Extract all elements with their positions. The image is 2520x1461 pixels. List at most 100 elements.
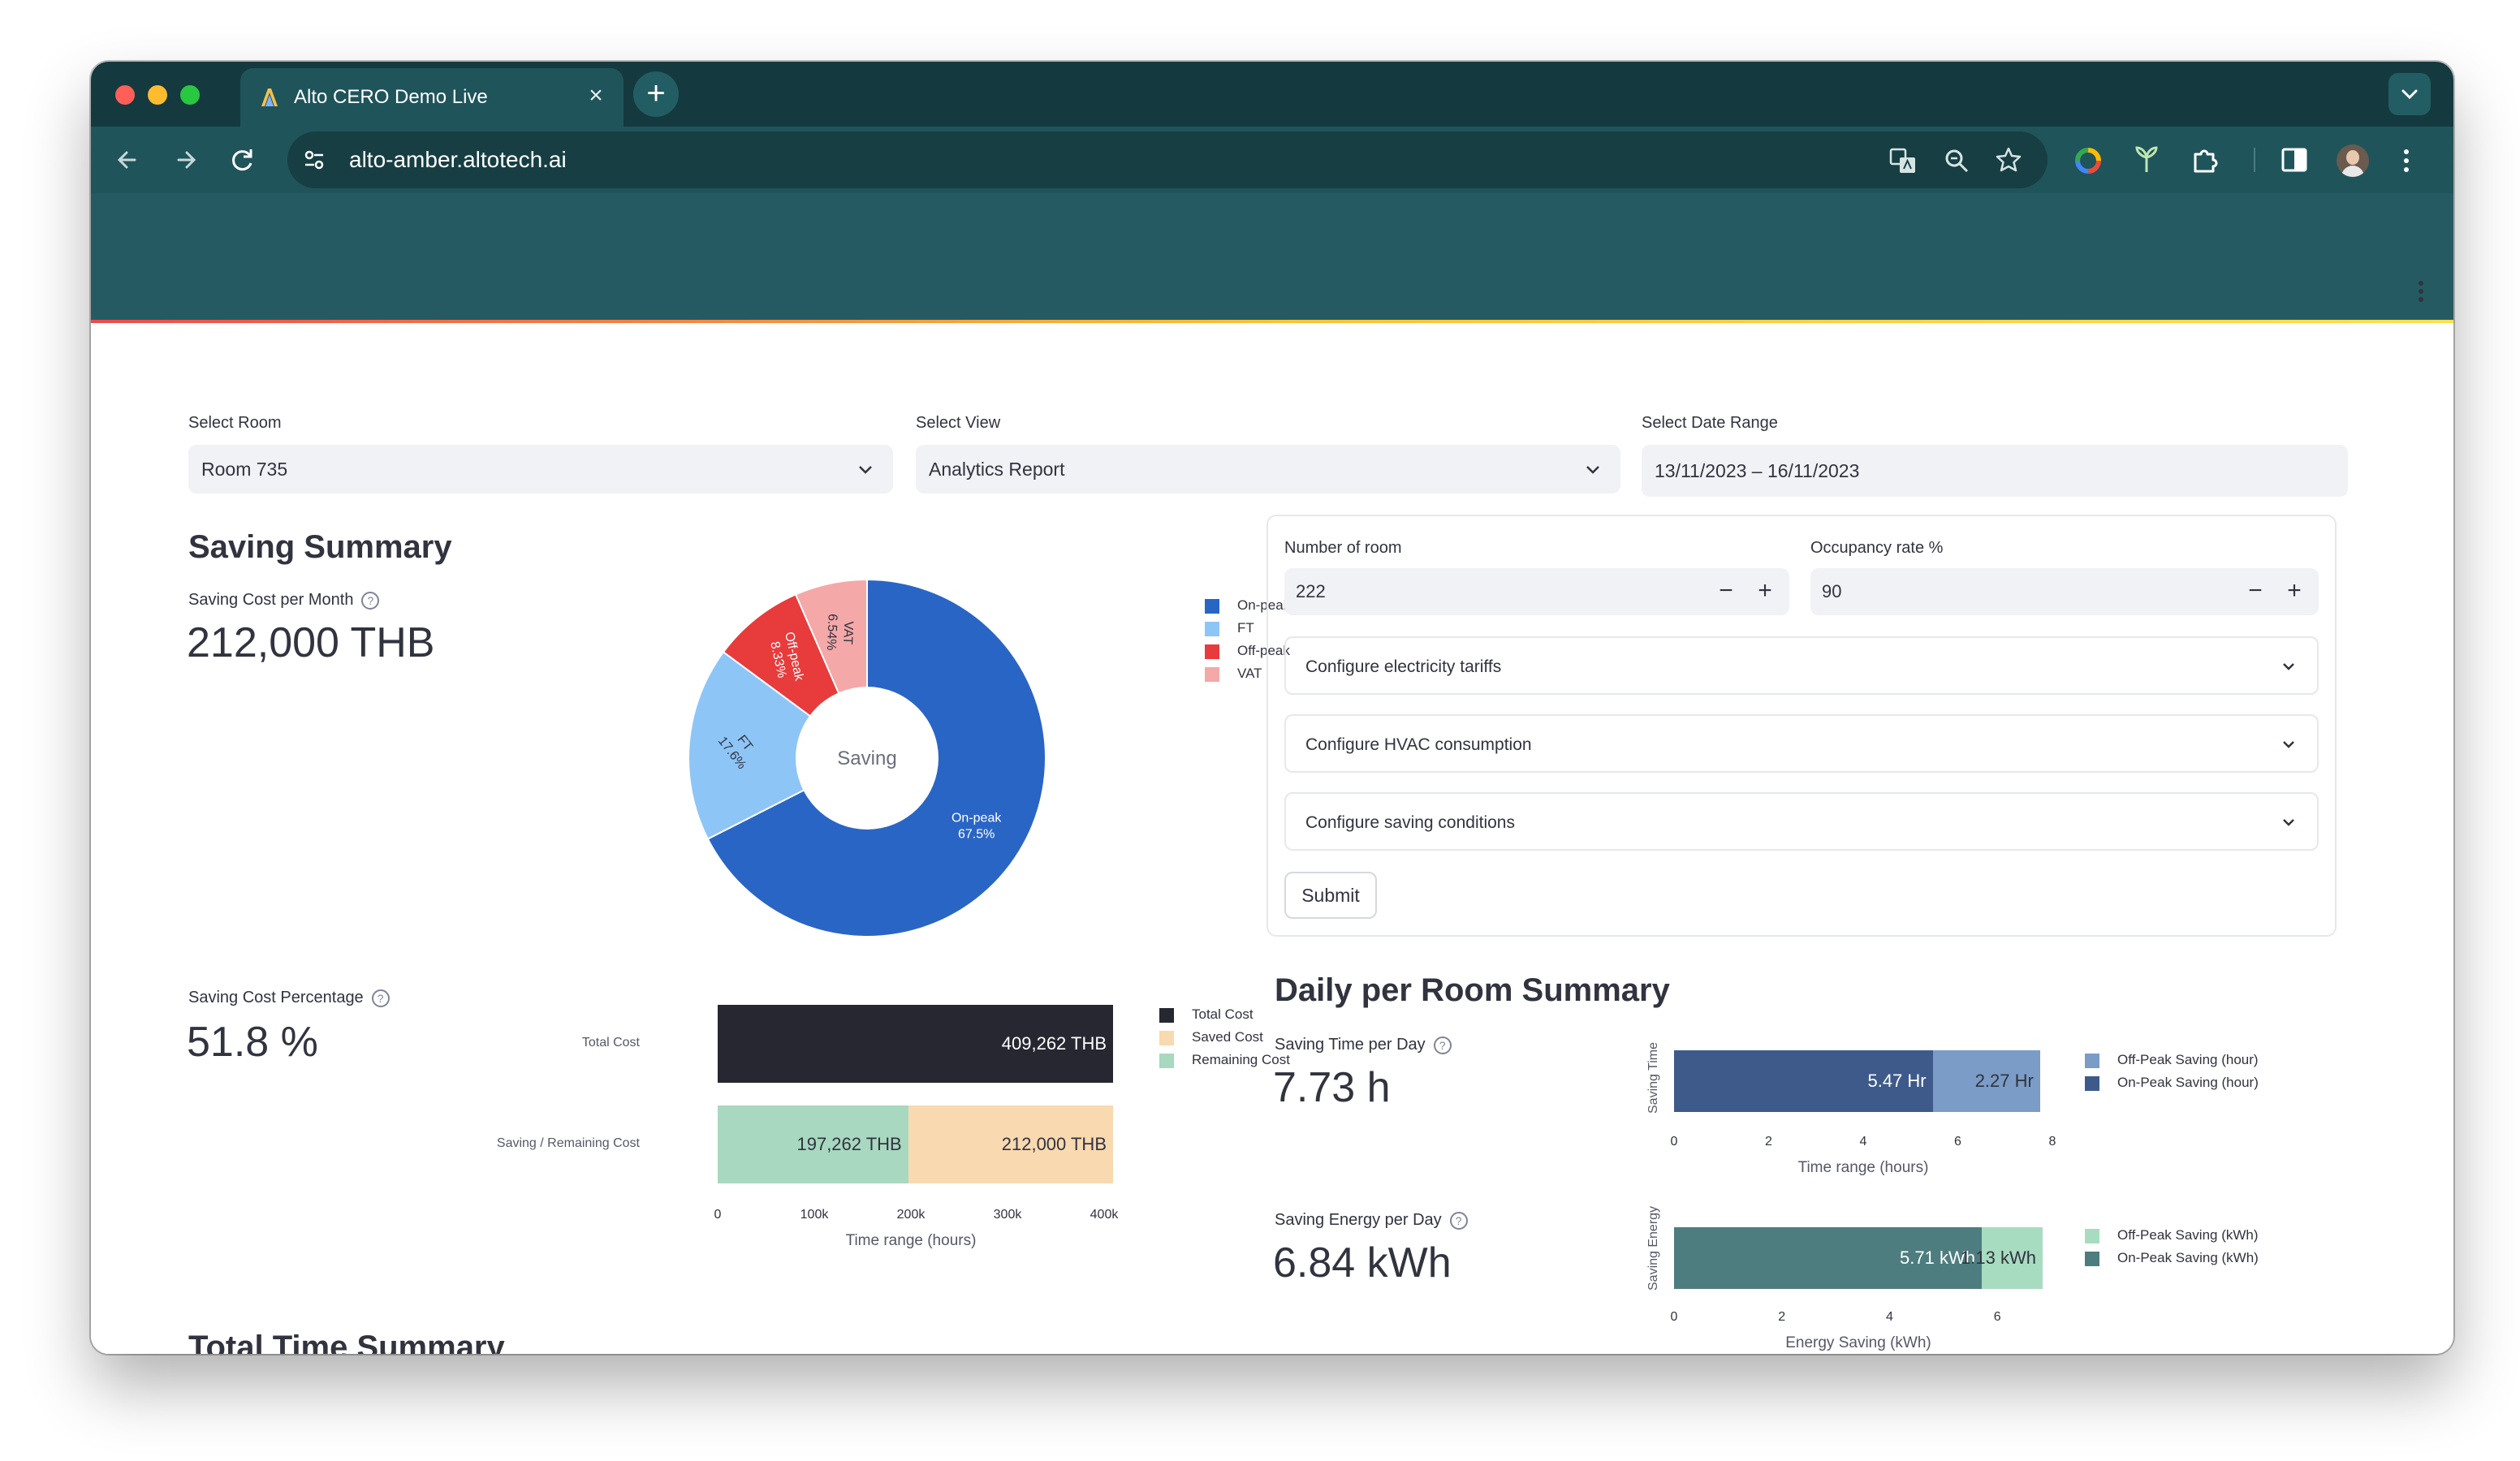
tab-active[interactable]: Alto CERO Demo Live × bbox=[240, 68, 624, 127]
occupancy-number-input[interactable]: 90 − + bbox=[1810, 568, 2319, 615]
x-axis-title: Time range (hours) bbox=[845, 1232, 977, 1249]
forward-icon[interactable] bbox=[167, 141, 205, 179]
bar-off-peak-saving-hour[interactable]: 2.27 Hr bbox=[1932, 1050, 2040, 1112]
help-icon[interactable]: ? bbox=[371, 989, 390, 1007]
help-icon[interactable]: ? bbox=[1433, 1036, 1452, 1054]
legend-swatch bbox=[1205, 667, 1219, 682]
legend-swatch bbox=[1159, 1031, 1174, 1045]
hvac-expander[interactable]: Configure HVAC consumption bbox=[1284, 714, 2319, 773]
close-window-button[interactable] bbox=[115, 85, 135, 105]
rooms-number-input[interactable]: 222 − + bbox=[1284, 568, 1789, 615]
saving-cost-month-label-text: Saving Cost per Month bbox=[188, 591, 354, 609]
room-select[interactable]: Room 735 bbox=[188, 445, 893, 493]
rooms-increment-button[interactable]: + bbox=[1752, 578, 1778, 604]
x-tick-label: 0 bbox=[1670, 1310, 1678, 1324]
bar-value-label: 5.47 Hr bbox=[1867, 1071, 1927, 1091]
rooms-label: Number of room bbox=[1284, 539, 1402, 557]
x-tick-label: 4 bbox=[1886, 1310, 1893, 1324]
app-menu-icon[interactable] bbox=[2413, 279, 2429, 304]
legend-label: VAT bbox=[1237, 666, 1262, 681]
occupancy-label: Occupancy rate % bbox=[1810, 539, 1944, 557]
occupancy-value: 90 bbox=[1822, 581, 1842, 601]
minimize-window-button[interactable] bbox=[148, 85, 167, 105]
site-settings-icon[interactable] bbox=[302, 148, 326, 172]
saving-cost-percent-label-text: Saving Cost Percentage bbox=[188, 989, 364, 1006]
x-tick-label: 2 bbox=[1778, 1310, 1786, 1324]
saving-cost-percent-value: 51.8 % bbox=[187, 1019, 318, 1066]
date-range-value: 13/11/2023 – 16/11/2023 bbox=[1655, 460, 1860, 481]
legend-swatch bbox=[2085, 1252, 2099, 1266]
donut-slice-name-vat: VAT bbox=[840, 621, 855, 645]
category-label-saving-remaining-cost: Saving / Remaining Cost bbox=[496, 1136, 640, 1150]
rooms-decrement-button[interactable]: − bbox=[1713, 578, 1739, 604]
conditions-expander-label: Configure saving conditions bbox=[1305, 813, 1515, 832]
color-extension-icon[interactable] bbox=[2073, 146, 2103, 175]
new-tab-button[interactable]: + bbox=[633, 71, 679, 117]
side-panel-icon[interactable] bbox=[2280, 146, 2309, 174]
bar-value-label: 212,000 THB bbox=[1001, 1134, 1107, 1154]
translate-icon[interactable] bbox=[1888, 146, 1918, 175]
bar-on-peak-saving-kwh[interactable]: 5.71 kWh bbox=[1674, 1227, 1982, 1289]
date-range-label: Select Date Range bbox=[1642, 414, 1778, 432]
profile-avatar[interactable] bbox=[2337, 144, 2369, 177]
browser-window: Alto CERO Demo Live × + alto-amber.altot… bbox=[91, 62, 2453, 1354]
legend-label: Total Cost bbox=[1192, 1006, 1254, 1022]
back-icon[interactable] bbox=[109, 141, 146, 179]
saving-donut-chart: Saving On-peak67.5%FT17.6%Off-peak8.33%V… bbox=[688, 578, 1046, 937]
address-bar[interactable]: alto-amber.altotech.ai bbox=[287, 131, 2048, 188]
main-content: Select Room Room 735 Select View Analyti… bbox=[91, 323, 2453, 1354]
bar-total-cost[interactable]: 409,262 THB bbox=[718, 1005, 1114, 1083]
occupancy-decrement-button[interactable]: − bbox=[2242, 578, 2268, 604]
x-tick-label: 4 bbox=[1859, 1135, 1867, 1149]
x-tick-label: 100k bbox=[800, 1208, 829, 1222]
reload-icon[interactable] bbox=[224, 141, 261, 179]
legend-swatch bbox=[1205, 622, 1219, 636]
legend-label: Saved Cost bbox=[1192, 1029, 1263, 1045]
legend-label: On-Peak Saving (kWh) bbox=[2117, 1250, 2259, 1265]
leaf-extension-icon[interactable] bbox=[2132, 144, 2161, 175]
url-text[interactable]: alto-amber.altotech.ai bbox=[349, 147, 567, 173]
bar-on-peak-saving-hour[interactable]: 5.47 Hr bbox=[1674, 1050, 1933, 1112]
zoom-icon[interactable] bbox=[1942, 146, 1971, 175]
config-form: Number of room 222 − + Occupancy rate % … bbox=[1266, 515, 2337, 937]
browser-menu-icon[interactable] bbox=[2398, 146, 2414, 175]
saving-energy-value: 6.84 kWh bbox=[1273, 1239, 1452, 1286]
legend-swatch bbox=[1205, 644, 1219, 659]
donut-slice-value-vat: 6.54% bbox=[824, 614, 839, 651]
bar-value-label: 1.13 kWh bbox=[1961, 1248, 2036, 1268]
x-tick-label: 6 bbox=[1954, 1135, 1961, 1149]
room-label: Select Room bbox=[188, 414, 282, 432]
bar-saved-cost[interactable]: 212,000 THB bbox=[908, 1105, 1113, 1183]
date-range-input[interactable]: 13/11/2023 – 16/11/2023 bbox=[1642, 445, 2348, 497]
tab-title: Alto CERO Demo Live bbox=[294, 86, 488, 108]
saving-cost-month-label: Saving Cost per Month? bbox=[188, 591, 380, 610]
submit-button[interactable]: Submit bbox=[1284, 872, 1377, 919]
room-select-value: Room 735 bbox=[201, 459, 288, 480]
help-icon[interactable]: ? bbox=[1449, 1211, 1468, 1230]
view-select[interactable]: Analytics Report bbox=[916, 445, 1620, 493]
conditions-expander[interactable]: Configure saving conditions bbox=[1284, 792, 2319, 851]
category-label-total-cost: Total Cost bbox=[581, 1036, 640, 1049]
view-label: Select View bbox=[916, 414, 1001, 432]
bar-off-peak-saving-kwh[interactable]: 1.13 kWh bbox=[1961, 1227, 2043, 1289]
legend-swatch bbox=[2085, 1054, 2099, 1068]
legend-swatch bbox=[1159, 1054, 1174, 1068]
rooms-value: 222 bbox=[1296, 581, 1326, 601]
tab-search-button[interactable] bbox=[2388, 73, 2431, 115]
occupancy-increment-button[interactable]: + bbox=[2281, 578, 2307, 604]
tariffs-expander[interactable]: Configure electricity tariffs bbox=[1284, 636, 2319, 695]
legend-label: Off-Peak Saving (kWh) bbox=[2117, 1227, 2259, 1243]
x-tick-label: 0 bbox=[714, 1208, 722, 1222]
legend-label: Off-Peak Saving (hour) bbox=[2117, 1052, 2259, 1067]
help-icon[interactable]: ? bbox=[361, 591, 380, 610]
tab-close-icon[interactable]: × bbox=[583, 83, 609, 109]
x-tick-label: 300k bbox=[993, 1208, 1022, 1222]
bookmark-star-icon[interactable] bbox=[1994, 145, 2023, 175]
browser-toolbar: alto-amber.altotech.ai bbox=[91, 127, 2453, 193]
legend-swatch bbox=[1205, 599, 1219, 614]
chevron-down-icon bbox=[859, 466, 872, 474]
extensions-puzzle-icon[interactable] bbox=[2190, 144, 2221, 175]
bar-remaining-cost[interactable]: 197,262 THB bbox=[718, 1105, 908, 1183]
legend-swatch bbox=[1159, 1008, 1174, 1023]
maximize-window-button[interactable] bbox=[180, 85, 200, 105]
